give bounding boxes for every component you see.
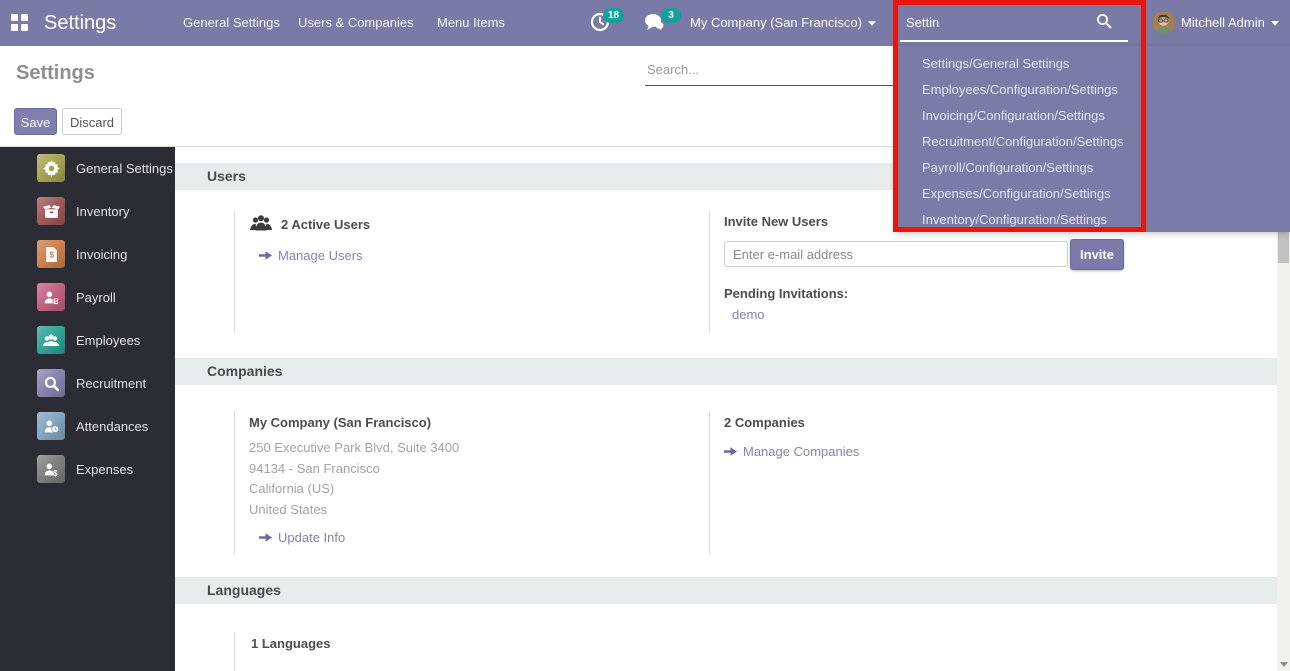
arrow-right-icon	[259, 531, 272, 544]
discard-button[interactable]: Discard	[62, 108, 122, 135]
manage-companies-link[interactable]: Manage Companies	[724, 444, 1164, 459]
activities-badge: 18	[603, 8, 624, 23]
messages-badge: 3	[661, 8, 681, 23]
chevron-down-icon	[1271, 21, 1279, 26]
section-header-languages: Languages	[175, 577, 1277, 604]
nav-item-users-companies[interactable]: Users & Companies	[298, 0, 414, 46]
nav-item-menu-items[interactable]: Menu Items	[437, 0, 505, 46]
invoice-icon: $	[37, 240, 65, 268]
company-switcher[interactable]: My Company (San Francisco)	[690, 0, 876, 46]
scrollbar-thumb[interactable]	[1278, 232, 1289, 263]
menu-search-input[interactable]	[900, 9, 1128, 35]
users-group-icon	[249, 214, 273, 234]
search-result-item[interactable]: Recruitment/Configuration/Settings	[895, 129, 1290, 155]
vertical-scrollbar[interactable]	[1277, 232, 1290, 671]
companies-count-box: 2 Companies Manage Companies	[709, 411, 1184, 555]
languages-box: 1 Languages Manage Languages	[234, 632, 709, 671]
invite-button[interactable]: Invite	[1070, 239, 1124, 270]
sidebar-item-employees[interactable]: Employees	[0, 319, 175, 362]
gear-icon	[37, 154, 65, 182]
sidebar-item-inventory[interactable]: Inventory	[0, 190, 175, 233]
active-users-box: 2 Active Users Manage Users	[234, 210, 709, 332]
section-header-companies: Companies	[175, 358, 1277, 385]
search-result-item[interactable]: Expenses/Configuration/Settings	[895, 181, 1290, 207]
update-info-link[interactable]: Update Info	[249, 530, 689, 545]
active-users-count: 2 Active Users	[281, 217, 370, 232]
settings-sidebar: General Settings Inventory $ Invoicing $…	[0, 147, 175, 671]
sidebar-item-attendances[interactable]: Attendances	[0, 405, 175, 448]
sidebar-item-recruitment[interactable]: Recruitment	[0, 362, 175, 405]
app-brand-title: Settings	[44, 0, 116, 46]
attendance-icon	[37, 412, 65, 440]
svg-text:$: $	[49, 249, 54, 259]
chevron-down-icon	[868, 21, 876, 26]
page-title: Settings	[16, 62, 95, 85]
company-switcher-label: My Company (San Francisco)	[690, 15, 862, 30]
menu-search-dropdown: Settings/General Settings Employees/Conf…	[895, 46, 1290, 232]
svg-text:$: $	[53, 468, 58, 477]
apps-menu-icon[interactable]	[11, 14, 29, 32]
menu-search-box	[895, 0, 1145, 46]
user-avatar	[1152, 11, 1175, 34]
sidebar-item-invoicing[interactable]: $ Invoicing	[0, 233, 175, 276]
search-result-item[interactable]: Invoicing/Configuration/Settings	[895, 103, 1290, 129]
search-result-item[interactable]: Inventory/Configuration/Settings	[895, 207, 1290, 233]
languages-count: 1 Languages	[251, 636, 689, 651]
scrollbar-down-arrow-icon[interactable]	[1280, 662, 1288, 667]
user-name: Mitchell Admin	[1181, 0, 1279, 46]
manage-users-link[interactable]: Manage Users	[249, 248, 689, 263]
search-underline	[900, 40, 1128, 42]
recruitment-icon	[37, 369, 65, 397]
search-result-item[interactable]: Settings/General Settings	[895, 51, 1290, 77]
sidebar-item-expenses[interactable]: $ Expenses	[0, 448, 175, 491]
employees-icon	[37, 326, 65, 354]
search-icon[interactable]	[1096, 13, 1112, 29]
save-button[interactable]: Save	[14, 108, 57, 135]
companies-count: 2 Companies	[724, 415, 1164, 430]
pending-invitations-label: Pending Invitations:	[724, 286, 1164, 301]
nav-item-general-settings[interactable]: General Settings	[183, 0, 280, 46]
search-result-item[interactable]: Payroll/Configuration/Settings	[895, 155, 1290, 181]
sidebar-item-payroll[interactable]: $ Payroll	[0, 276, 175, 319]
box-icon	[37, 197, 65, 225]
settings-search-input[interactable]	[645, 56, 895, 86]
pending-user-link[interactable]: demo	[724, 307, 1164, 322]
company-address: 250 Executive Park Blvd, Suite 3400 9413…	[249, 438, 689, 520]
arrow-right-icon	[259, 249, 272, 262]
arrow-right-icon	[724, 445, 737, 458]
company-name: My Company (San Francisco)	[249, 415, 689, 430]
expenses-icon: $	[37, 455, 65, 483]
sidebar-item-general-settings[interactable]: General Settings	[0, 147, 175, 190]
company-info-box: My Company (San Francisco) 250 Executive…	[234, 411, 709, 555]
invite-email-input[interactable]	[724, 241, 1068, 267]
search-result-item[interactable]: Employees/Configuration/Settings	[895, 77, 1290, 103]
odoo-settings-screen: Settings General Settings Users & Compan…	[0, 0, 1290, 671]
payroll-icon: $	[37, 283, 65, 311]
